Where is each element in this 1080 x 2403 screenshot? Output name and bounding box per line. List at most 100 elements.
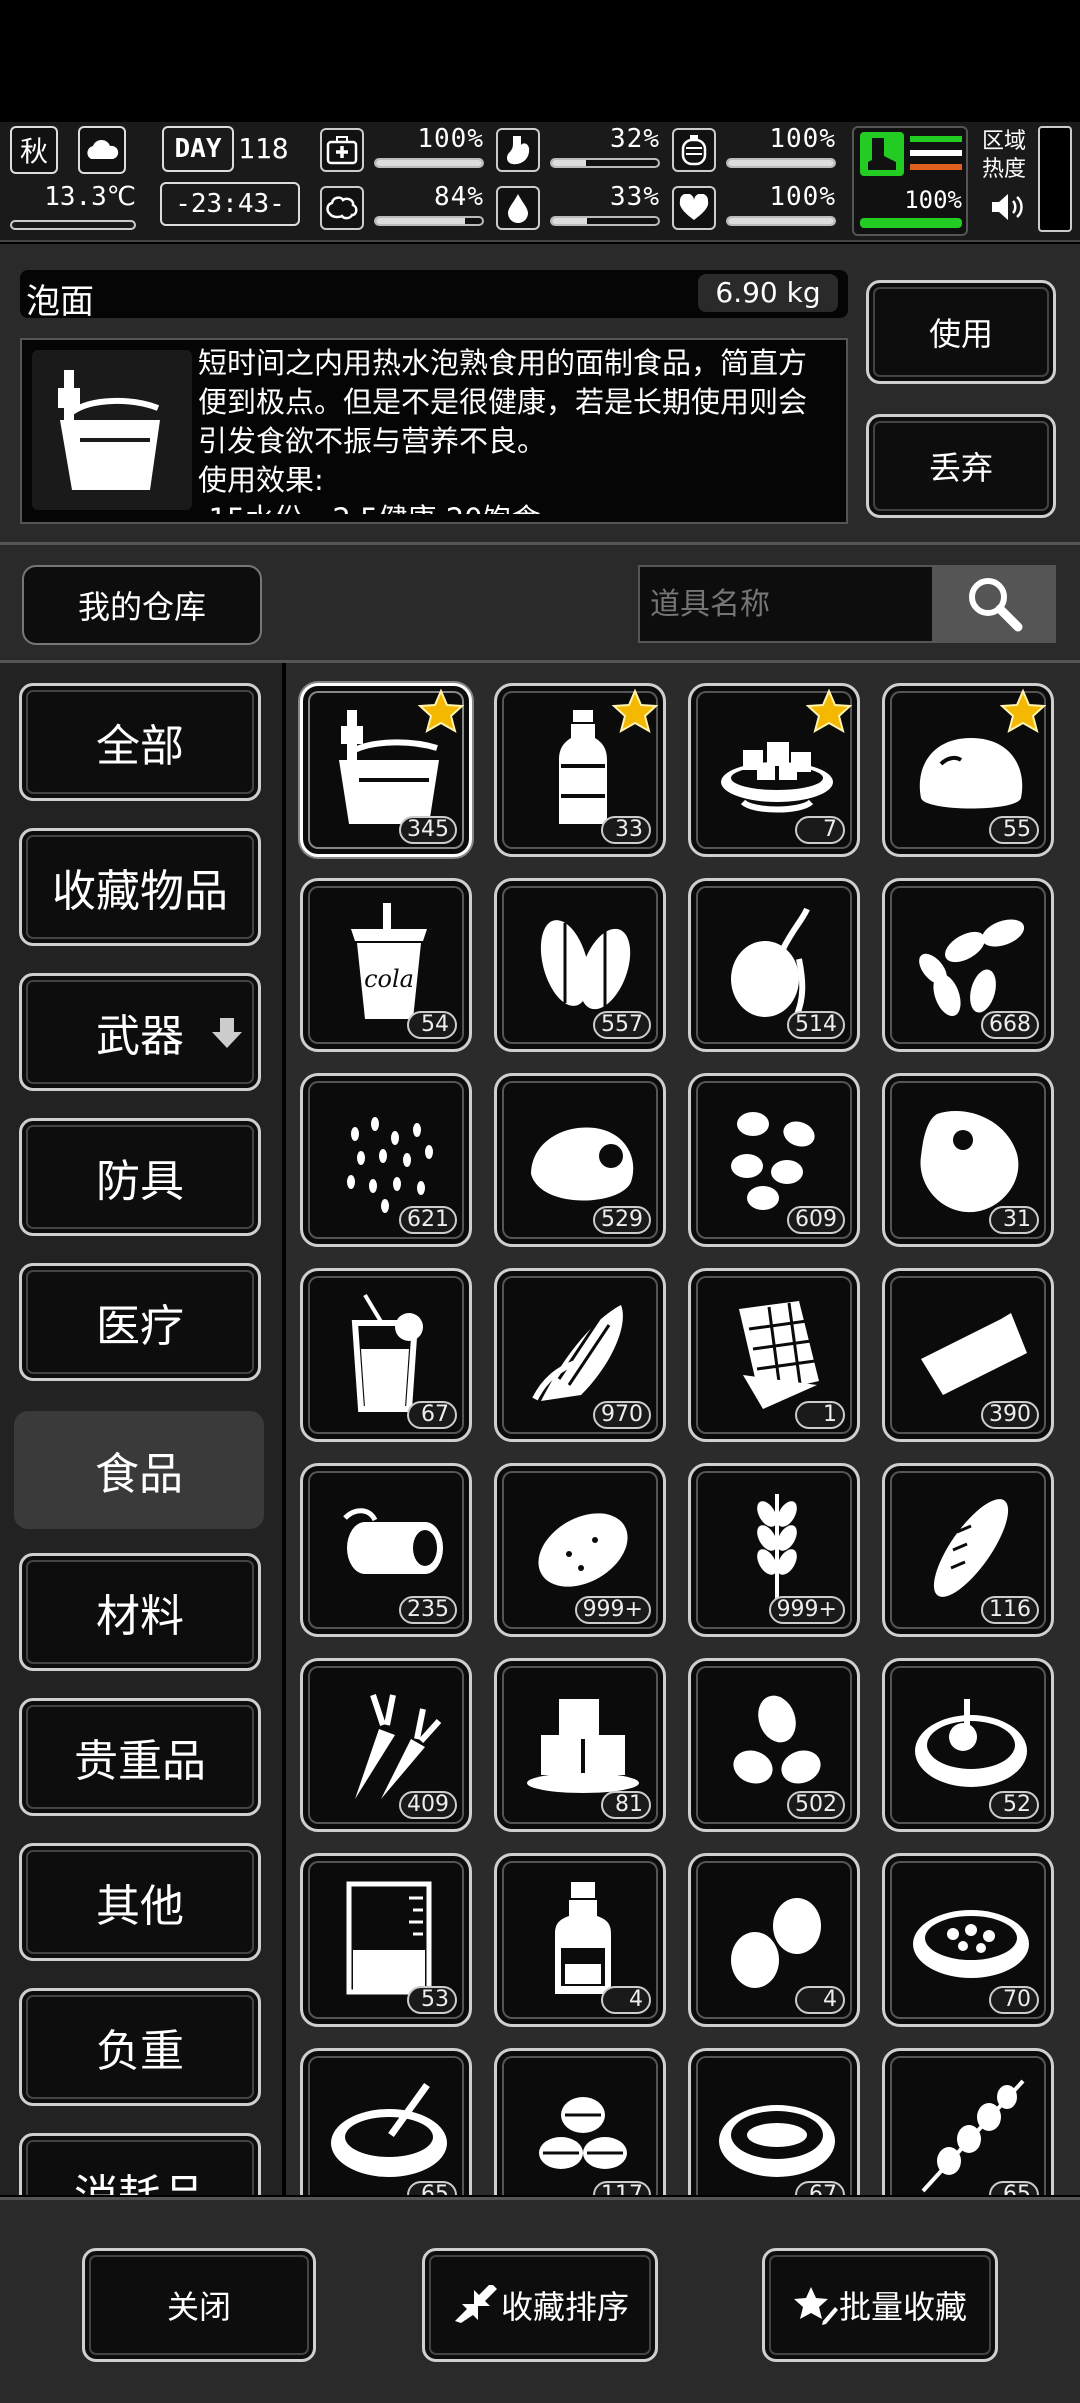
item-slot-baguette[interactable]: 116 — [882, 1463, 1054, 1637]
ice-cubes-icon — [527, 1699, 639, 1793]
item-count: 4 — [795, 1986, 845, 2014]
item-slot-raw-meat[interactable]: 529 — [494, 1073, 666, 1247]
item-slot-steak[interactable]: 31 — [882, 1073, 1054, 1247]
item-slot-ice-cubes[interactable]: 81 — [494, 1658, 666, 1832]
item-description: 短时间之内用热水泡熟食用的面制食品，简直方便到极点。但是不是很健康，若是长期使用… — [198, 344, 834, 514]
stomach-icon — [496, 128, 540, 172]
sort-favorites-label: 收藏排序 — [500, 2288, 629, 2326]
item-slot-broth-bowl[interactable]: 67 — [688, 2048, 860, 2195]
item-name-search-input[interactable] — [638, 565, 934, 643]
category-load[interactable]: 负重 — [19, 1988, 261, 2106]
carrot-icon — [355, 1694, 442, 1799]
item-count: 54 — [407, 1011, 457, 1039]
category-medical-label: 医疗 — [96, 1301, 184, 1352]
beans-icon — [731, 1112, 815, 1210]
sort-favorites-button[interactable]: 收藏排序 — [422, 2248, 658, 2362]
water-bar — [550, 216, 660, 226]
category-weapons[interactable]: 武器 — [19, 973, 261, 1091]
item-slot-eggs[interactable]: 4 — [688, 1853, 860, 2027]
item-slot-cola-cup[interactable]: cola 54 — [300, 878, 472, 1052]
item-slot-beans[interactable]: 609 — [688, 1073, 860, 1247]
item-count: 970 — [593, 1401, 651, 1429]
speaker-icon[interactable] — [990, 190, 1026, 228]
potato-icon — [538, 1513, 628, 1587]
item-count: 55 — [989, 816, 1039, 844]
batch-favorite-button[interactable]: 批量收藏 — [762, 2248, 998, 2362]
item-name: 泡面 — [26, 282, 94, 322]
item-slot-canned-food[interactable]: 235 — [300, 1463, 472, 1637]
category-valuables-label: 贵重品 — [74, 1736, 206, 1787]
close-button[interactable]: 关闭 — [82, 2248, 316, 2362]
category-consumables[interactable]: 消耗品 — [19, 2133, 261, 2195]
item-count: 7 — [795, 816, 845, 844]
discard-button[interactable]: 丢弃 — [866, 414, 1056, 518]
use-button[interactable]: 使用 — [866, 280, 1056, 384]
item-slot-potato[interactable]: 999+ — [494, 1463, 666, 1637]
item-slot-sprouting-seed[interactable]: 514 — [688, 878, 860, 1052]
item-slot-wheat[interactable]: 999+ — [688, 1463, 860, 1637]
season-label: 秋 — [19, 135, 48, 168]
thirst-container-value: 100% — [769, 124, 836, 154]
soup-bowl-icon — [913, 1910, 1029, 1978]
stamina-bar — [860, 218, 962, 228]
brain-icon — [320, 186, 364, 230]
seeds-icon — [540, 920, 631, 1010]
zone-heat-meter — [1038, 126, 1072, 232]
item-slot-small-bottle[interactable]: 4 — [494, 1853, 666, 2027]
category-food[interactable]: 食品 — [14, 1411, 264, 1529]
temperature-readout: 13.3℃ — [44, 182, 136, 212]
heart-icon — [672, 186, 716, 230]
category-armor[interactable]: 防具 — [19, 1118, 261, 1236]
item-slot-water-bottle[interactable]: 33 — [494, 683, 666, 857]
item-slot-seeds[interactable]: 557 — [494, 878, 666, 1052]
item-count: 33 — [601, 816, 651, 844]
item-count: 116 — [981, 1596, 1039, 1624]
item-slot-instant-noodles[interactable]: 345 — [300, 683, 472, 857]
item-slot-carrot[interactable]: 409 — [300, 1658, 472, 1832]
my-warehouse-button[interactable]: 我的仓库 — [22, 565, 262, 645]
item-slot-lemonade[interactable]: 67 — [300, 1268, 472, 1442]
category-medical[interactable]: 医疗 — [19, 1263, 261, 1381]
item-slot-coffee-beans[interactable]: 117 — [494, 2048, 666, 2195]
category-other[interactable]: 其他 — [19, 1843, 261, 1961]
item-count: 65 — [989, 2181, 1039, 2195]
category-materials-label: 材料 — [96, 1591, 184, 1642]
steak-icon — [920, 1111, 1019, 1213]
item-slot-tofu-bowl[interactable]: 7 — [688, 683, 860, 857]
category-all[interactable]: 全部 — [19, 683, 261, 801]
vitality-value: 100% — [769, 182, 836, 212]
item-count: 621 — [399, 1206, 457, 1234]
item-detail-panel: 泡面 6.90 kg 短时间之内用热水泡熟食用的面制食品，简直方便到极点。但是不… — [0, 244, 1080, 545]
svg-text:cola: cola — [364, 965, 414, 993]
search-button[interactable] — [934, 565, 1056, 643]
beaker-icon — [346, 1881, 432, 1995]
item-slot-chocolate-bar[interactable]: 1 — [688, 1268, 860, 1442]
item-slot-beaker[interactable]: 53 — [300, 1853, 472, 2027]
category-favorites[interactable]: 收藏物品 — [19, 828, 261, 946]
coffee-beans-icon — [539, 2097, 627, 2169]
category-materials[interactable]: 材料 — [19, 1553, 261, 1671]
item-slot-grain-seeds[interactable]: 621 — [300, 1073, 472, 1247]
mood-value: 84% — [434, 182, 484, 212]
item-slot-stew-pot[interactable]: 52 — [882, 1658, 1054, 1832]
category-valuables[interactable]: 贵重品 — [19, 1698, 261, 1816]
item-slot-skewer[interactable]: 65 — [882, 2048, 1054, 2195]
weather-cloud-icon — [78, 126, 126, 174]
category-sidebar[interactable]: 全部 收藏物品 武器 防具 医疗 食品 材料 贵重品 其他 负重 消耗品 — [0, 663, 282, 2195]
item-slot-bread-loaf[interactable]: 55 — [882, 683, 1054, 857]
item-slot-sunflower-seeds[interactable]: 668 — [882, 878, 1054, 1052]
item-count: 117 — [593, 2181, 651, 2195]
item-slot-soup-bowl[interactable]: 70 — [882, 1853, 1054, 2027]
lemonade-icon — [351, 1293, 423, 1412]
item-slot-corn[interactable]: 970 — [494, 1268, 666, 1442]
category-load-label: 负重 — [96, 2026, 184, 2077]
item-grid[interactable]: 345 33 7 55 cola 54 557 514 668 621 529 609 31 67 970 1… — [286, 663, 1080, 2195]
item-count: 70 — [989, 1986, 1039, 2014]
health-bar — [374, 158, 484, 168]
item-count: 53 — [407, 1986, 457, 2014]
category-weapons-label: 武器 — [96, 1011, 184, 1062]
item-slot-energy-bar[interactable]: 390 — [882, 1268, 1054, 1442]
item-slot-porridge-bowl[interactable]: 65 — [300, 2048, 472, 2195]
item-slot-nuts[interactable]: 502 — [688, 1658, 860, 1832]
hunger-value: 32% — [610, 124, 660, 154]
